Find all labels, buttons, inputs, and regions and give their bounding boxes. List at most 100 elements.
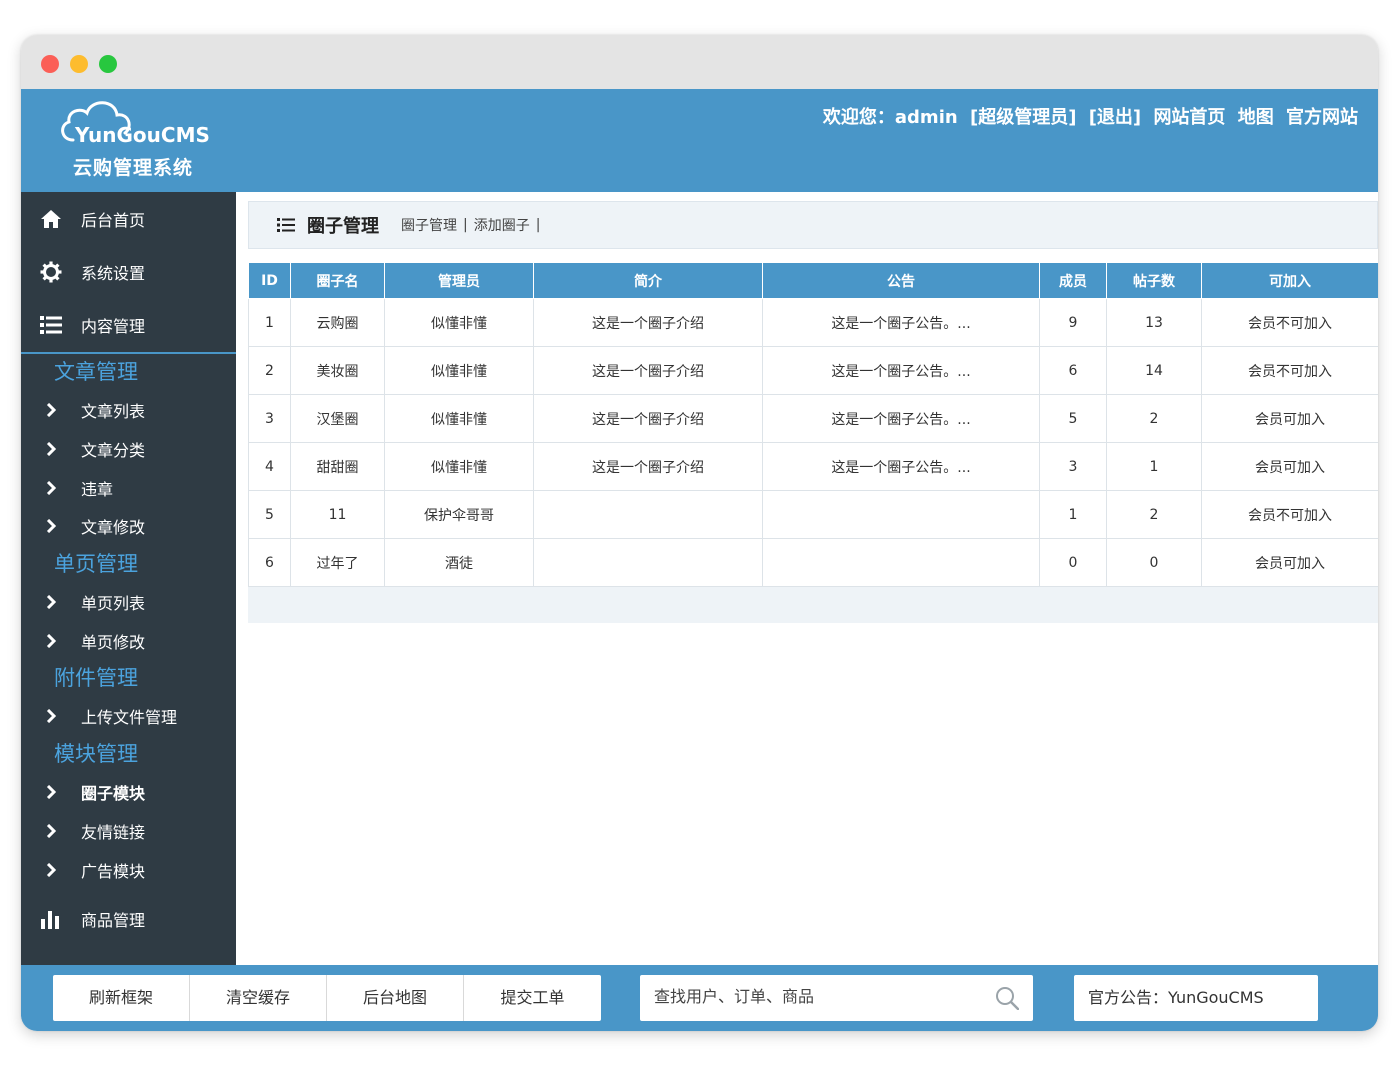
window-titlebar xyxy=(21,35,1378,89)
maximize-window-button[interactable] xyxy=(99,55,117,73)
sidebar-item-violations[interactable]: 违章 xyxy=(21,468,236,507)
table-cell-col-posts: 13 xyxy=(1106,298,1202,347)
table-row[interactable]: 3 汉堡圈 似懂非懂 这是一个圈子介绍 这是一个圈子公告。... 5 2 会员可加入 xyxy=(248,394,1378,443)
table-row[interactable]: 6 过年了 酒徒 0 0 会员可加入 xyxy=(248,538,1378,587)
search-input[interactable] xyxy=(640,978,980,1018)
table-cell-col-notice: 这是一个圈子公告。... xyxy=(762,442,1040,491)
sidebar-item-ad-module[interactable]: 广告模块 xyxy=(21,850,236,889)
table-header-col-id: ID xyxy=(248,262,291,299)
table-cell-col-circle-name: 美妆圈 xyxy=(290,346,385,395)
sidebar-item-article-category[interactable]: 文章分类 xyxy=(21,430,236,469)
sidebar-item-label: 系统设置 xyxy=(81,263,146,283)
sidebar-item-label: 商品管理 xyxy=(81,910,146,930)
table-row[interactable]: 1 云购圈 似懂非懂 这是一个圈子介绍 这是一个圈子公告。... 9 13 会员不可加入 xyxy=(248,298,1378,347)
table-cell-col-intro xyxy=(533,490,763,539)
list-icon xyxy=(21,315,81,335)
table-cell-col-intro: 这是一个圈子介绍 xyxy=(533,442,763,491)
logo[interactable]: YunGouCMS 云购管理系统 xyxy=(59,95,229,187)
table-header-row: ID 圈子名 管理员 简介 公告 成员 帖子数 可加入 xyxy=(248,262,1378,299)
sitemap-link[interactable]: 地图 xyxy=(1238,107,1274,128)
chevron-right-icon xyxy=(21,480,81,495)
table-cell-col-posts: 2 xyxy=(1106,394,1202,443)
sidebar-item-article-list[interactable]: 文章列表 xyxy=(21,391,236,430)
sidebar-item-label: 友情链接 xyxy=(81,822,146,842)
table-cell-col-notice xyxy=(762,490,1040,539)
admin-map-button[interactable]: 后台地图 xyxy=(327,975,464,1021)
table-cell-col-notice: 这是一个圈子公告。... xyxy=(762,346,1040,395)
table-cell-col-members: 9 xyxy=(1039,298,1107,347)
bar-chart-icon xyxy=(21,909,81,929)
table-row[interactable]: 4 甜甜圈 似懂非懂 这是一个圈子介绍 这是一个圈子公告。... 3 1 会员可加入 xyxy=(248,442,1378,491)
minimize-window-button[interactable] xyxy=(70,55,88,73)
table-cell-col-intro: 这是一个圈子介绍 xyxy=(533,346,763,395)
page-title: 圈子管理 xyxy=(307,216,379,237)
submit-ticket-button[interactable]: 提交工单 xyxy=(464,975,601,1021)
table-cell-col-circle-name: 云购圈 xyxy=(290,298,385,347)
sidebar-item-settings[interactable]: 系统设置 xyxy=(21,245,236,298)
sidebar-item-content[interactable]: 内容管理 xyxy=(21,298,236,351)
role-link[interactable]: [超级管理员] xyxy=(970,107,1076,128)
add-circle-link[interactable]: 添加圈子 xyxy=(474,215,530,235)
welcome-text: 欢迎您：admin xyxy=(822,107,958,128)
sidebar-group-pages: 单页管理 xyxy=(54,551,138,576)
table-header-col-admin: 管理员 xyxy=(384,262,534,299)
table-cell-col-notice: 这是一个圈子公告。... xyxy=(762,394,1040,443)
table-body: 1 云购圈 似懂非懂 这是一个圈子介绍 这是一个圈子公告。... 9 13 会员不可加入 2 美妆… xyxy=(248,298,1378,587)
table-cell-col-posts: 14 xyxy=(1106,346,1202,395)
close-window-button[interactable] xyxy=(41,55,59,73)
table-header-col-intro: 简介 xyxy=(533,262,763,299)
sidebar-item-friend-links[interactable]: 友情链接 xyxy=(21,812,236,851)
clear-cache-button[interactable]: 清空缓存 xyxy=(190,975,327,1021)
table-cell-col-joinable: 会员可加入 xyxy=(1201,538,1378,587)
search-icon[interactable] xyxy=(995,986,1020,1014)
sidebar: 后台首页 系统设置 内容管理 文章管理 文章列表 文章分类 违章 文章修改 单页… xyxy=(21,192,236,965)
search-box xyxy=(640,975,1033,1021)
table-header-col-circle-name: 圈子名 xyxy=(290,262,385,299)
sidebar-item-page-edit[interactable]: 单页修改 xyxy=(21,621,236,660)
app-header: YunGouCMS 云购管理系统 欢迎您：admin [超级管理员] [退出] … xyxy=(21,89,1378,192)
breadcrumb-separator: | xyxy=(463,217,468,233)
table-cell-col-id: 2 xyxy=(248,346,291,395)
table-header-col-notice: 公告 xyxy=(762,262,1040,299)
official-site-link[interactable]: 官方网站 xyxy=(1286,107,1358,128)
table-cell-col-id: 6 xyxy=(248,538,291,587)
table-cell-col-posts: 1 xyxy=(1106,442,1202,491)
table-cell-col-members: 1 xyxy=(1039,490,1107,539)
gear-icon xyxy=(21,261,81,283)
browser-window: YunGouCMS 云购管理系统 欢迎您：admin [超级管理员] [退出] … xyxy=(21,35,1378,1031)
table-cell-col-members: 5 xyxy=(1039,394,1107,443)
table-cell-col-admin: 似懂非懂 xyxy=(384,298,534,347)
circle-manage-link[interactable]: 圈子管理 xyxy=(401,215,457,235)
list-icon xyxy=(277,217,295,233)
sidebar-item-label: 内容管理 xyxy=(81,316,146,336)
table-cell-col-id: 3 xyxy=(248,394,291,443)
sidebar-item-products[interactable]: 商品管理 xyxy=(21,892,236,945)
sidebar-item-article-edit[interactable]: 文章修改 xyxy=(21,507,236,546)
table-cell-col-notice xyxy=(762,538,1040,587)
sidebar-item-uploads[interactable]: 上传文件管理 xyxy=(21,697,236,736)
table-cell-col-admin: 保护伞哥哥 xyxy=(384,490,534,539)
table-footer xyxy=(248,587,1378,623)
sidebar-item-label: 违章 xyxy=(81,479,114,499)
breadcrumb: 圈子管理 圈子管理 | 添加圈子 | xyxy=(248,201,1378,249)
logout-link[interactable]: [退出] xyxy=(1089,107,1141,128)
table-cell-col-admin: 似懂非懂 xyxy=(384,394,534,443)
table-cell-col-circle-name: 甜甜圈 xyxy=(290,442,385,491)
table-cell-col-circle-name: 11 xyxy=(290,490,385,539)
table-row[interactable]: 2 美妆圈 似懂非懂 这是一个圈子介绍 这是一个圈子公告。... 6 14 会员不可加入 xyxy=(248,346,1378,395)
table-header-col-posts: 帖子数 xyxy=(1106,262,1202,299)
sidebar-group-modules: 模块管理 xyxy=(54,741,138,766)
sidebar-item-dashboard[interactable]: 后台首页 xyxy=(21,192,236,245)
table-cell-col-posts: 2 xyxy=(1106,490,1202,539)
site-home-link[interactable]: 网站首页 xyxy=(1153,107,1225,128)
sidebar-item-label: 广告模块 xyxy=(81,861,146,881)
table-header-col-joinable: 可加入 xyxy=(1201,262,1378,299)
table-cell-col-circle-name: 过年了 xyxy=(290,538,385,587)
table-row[interactable]: 5 11 保护伞哥哥 1 2 会员不可加入 xyxy=(248,490,1378,539)
main-content: 圈子管理 圈子管理 | 添加圈子 | ID 圈子名 管理员 简介 公告 成员 帖子数 可加入 … xyxy=(236,192,1378,965)
sidebar-item-circle-module[interactable]: 圈子模块 xyxy=(21,773,236,812)
sidebar-item-label: 单页列表 xyxy=(81,594,146,614)
refresh-frame-button[interactable]: 刷新框架 xyxy=(53,975,190,1021)
table-cell-col-intro xyxy=(533,538,763,587)
sidebar-item-page-list[interactable]: 单页列表 xyxy=(21,583,236,622)
